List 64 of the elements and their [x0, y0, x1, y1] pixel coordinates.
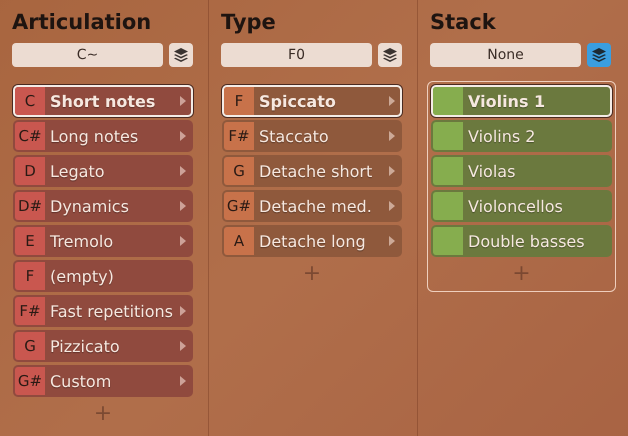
list-item[interactable]: Violoncellos	[431, 190, 612, 222]
key-label: E	[15, 227, 45, 255]
item-label: Double basses	[467, 232, 586, 250]
list-item[interactable]: G# Custom	[13, 365, 193, 397]
key-label: D	[15, 157, 45, 185]
key-label: C	[15, 87, 45, 115]
item-label: Fast repetitions	[49, 302, 174, 320]
list-item[interactable]: Violins 2	[431, 120, 612, 152]
list-item[interactable]: G Pizzicato	[13, 330, 193, 362]
item-label: Tremolo	[49, 232, 114, 250]
key-label: G#	[224, 192, 254, 220]
item-label: Detache short	[258, 162, 374, 180]
layers-icon	[591, 47, 607, 63]
item-label: Staccato	[258, 126, 330, 146]
list-item[interactable]: D# Dynamics	[13, 190, 193, 222]
value-field[interactable]: F0	[221, 43, 372, 67]
key-label: F#	[224, 122, 254, 150]
value-field[interactable]: C~	[12, 43, 163, 67]
item-label: Violas	[467, 162, 516, 180]
list-item[interactable]: C# Long notes	[13, 120, 193, 152]
list-item[interactable]: F# Staccato	[222, 120, 402, 152]
list-item[interactable]: C Short notes	[13, 85, 193, 117]
key-label: G	[15, 332, 45, 360]
layers-button[interactable]	[169, 43, 193, 67]
item-label: Spiccato	[258, 92, 337, 110]
column-title: Type	[221, 9, 277, 36]
list-item[interactable]: E Tremolo	[13, 225, 193, 257]
key-label: F#	[15, 297, 45, 325]
key-label: C#	[15, 122, 45, 150]
list-item[interactable]: Double basses	[431, 225, 612, 257]
item-label: Detache long	[258, 232, 367, 250]
list-item[interactable]: A Detache long	[222, 225, 402, 257]
key-label: G#	[15, 367, 45, 395]
item-label: Violins 2	[467, 126, 536, 146]
column-title: Articulation	[12, 9, 152, 36]
list-item[interactable]: G Detache short	[222, 155, 402, 187]
item-label: Detache med.	[258, 196, 373, 216]
list-item[interactable]: F# Fast repetitions	[13, 295, 193, 327]
item-label: Violins 1	[467, 92, 546, 110]
key-label: D#	[15, 192, 45, 220]
column-title: Stack	[430, 9, 497, 36]
key-label: F	[224, 87, 254, 115]
item-label: Long notes	[49, 126, 140, 146]
list-item[interactable]: F (empty)	[13, 260, 193, 292]
key-label: A	[224, 227, 254, 255]
item-label: Dynamics	[49, 196, 130, 216]
layers-button[interactable]	[587, 43, 611, 67]
list-item[interactable]: Violins 1	[431, 85, 612, 117]
item-label: Pizzicato	[49, 336, 121, 356]
list-item[interactable]: Violas	[431, 155, 612, 187]
layers-button[interactable]	[378, 43, 402, 67]
list-item[interactable]: G# Detache med.	[222, 190, 402, 222]
layers-icon	[382, 47, 398, 63]
value-field[interactable]: None	[430, 43, 581, 67]
list-item[interactable]: D Legato	[13, 155, 193, 187]
item-label: Legato	[49, 162, 106, 180]
key-label: G	[224, 157, 254, 185]
item-label: Custom	[49, 372, 112, 390]
item-label: (empty)	[49, 266, 115, 286]
list-item[interactable]: F Spiccato	[222, 85, 402, 117]
item-label: Violoncellos	[467, 196, 564, 216]
layers-icon	[173, 47, 189, 63]
key-label: F	[15, 262, 45, 290]
item-label: Short notes	[49, 92, 156, 110]
